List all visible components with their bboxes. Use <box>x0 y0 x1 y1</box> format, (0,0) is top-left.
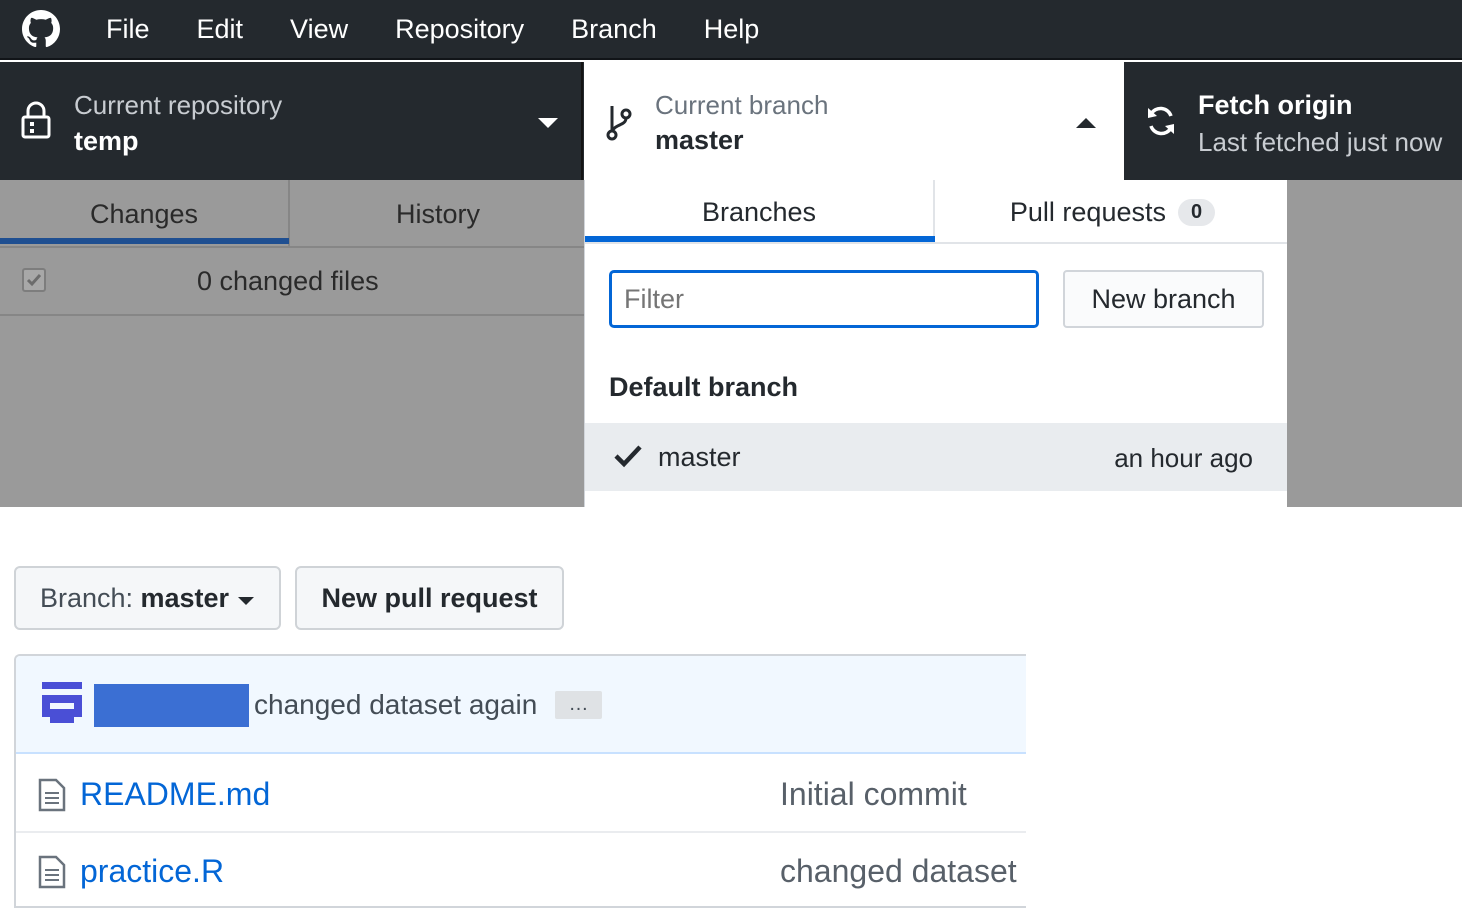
tab-pull-requests[interactable]: Pull requests 0 <box>937 180 1288 244</box>
new-pull-request-button[interactable]: New pull request <box>295 566 564 630</box>
file-row: README.md Initial commit <box>16 756 1026 833</box>
sync-icon <box>1144 104 1178 143</box>
menu-edit[interactable]: Edit <box>197 14 244 45</box>
changes-header: 0 changed files <box>0 248 584 316</box>
menu-bar: File Edit View Repository Branch Help <box>0 0 1462 60</box>
tab-branches[interactable]: Branches <box>585 180 935 244</box>
fetch-origin-button[interactable]: Fetch origin Last fetched just now <box>1124 62 1462 180</box>
left-panel: Changes History 0 changed files <box>0 180 584 507</box>
caret-down-icon <box>237 583 255 614</box>
file-row: practice.R changed dataset <box>16 835 1026 906</box>
redacted-author-name <box>94 684 249 727</box>
current-branch-button[interactable]: Current branch master <box>584 62 1124 180</box>
select-all-checkbox[interactable] <box>22 268 46 292</box>
file-commit-message[interactable]: Initial commit <box>780 776 967 813</box>
lock-icon <box>20 100 52 145</box>
github-logo-icon <box>0 0 82 59</box>
menu-view[interactable]: View <box>290 14 348 45</box>
current-repository-button[interactable]: Current repository temp <box>0 62 583 180</box>
fetch-origin-subtitle: Last fetched just now <box>1198 127 1443 157</box>
file-commit-message[interactable]: changed dataset <box>780 853 1017 890</box>
pull-request-count-badge: 0 <box>1177 198 1216 226</box>
caret-up-icon <box>1074 116 1098 135</box>
menu-file[interactable]: File <box>106 14 150 45</box>
dropdown-tabs: Branches Pull requests 0 <box>585 180 1288 244</box>
branch-dropdown: Branches Pull requests 0 New branch Defa… <box>584 180 1288 507</box>
current-branch-title: Current branch <box>655 90 829 120</box>
avatar[interactable] <box>40 680 84 731</box>
left-tabs: Changes History <box>0 180 584 248</box>
branch-filter-input[interactable] <box>609 270 1039 328</box>
menu-branch[interactable]: Branch <box>571 14 657 45</box>
branch-select-button[interactable]: Branch: master <box>14 566 281 630</box>
caret-down-icon <box>536 116 560 135</box>
file-link[interactable]: README.md <box>80 776 270 813</box>
git-branch-icon <box>604 102 634 147</box>
branch-item-time: an hour ago <box>1114 443 1253 473</box>
branch-item-name: master <box>658 442 741 472</box>
menu-help[interactable]: Help <box>704 14 760 45</box>
menu-repository[interactable]: Repository <box>395 14 524 45</box>
current-repository-title: Current repository <box>74 90 283 120</box>
tab-branches-label: Branches <box>701 196 817 227</box>
file-icon <box>38 855 66 894</box>
tab-history[interactable]: History <box>292 180 584 248</box>
tab-changes-label: Changes <box>89 198 199 229</box>
new-branch-button[interactable]: New branch <box>1063 270 1264 328</box>
file-icon <box>38 778 66 817</box>
commit-message[interactable]: changed dataset again <box>254 689 537 721</box>
commit-expand-button[interactable]: … <box>555 691 602 719</box>
branch-select-label: Branch: <box>39 582 141 613</box>
new-pull-request-label: New pull request <box>321 582 538 613</box>
new-branch-label: New branch <box>1091 283 1236 314</box>
latest-commit-box: changed dataset again … README.md Initia… <box>14 654 1026 908</box>
tab-branches-indicator <box>585 236 935 242</box>
dimmed-background <box>1287 180 1462 507</box>
commit-header: changed dataset again … <box>16 656 1026 754</box>
tab-changes-indicator <box>0 238 289 244</box>
default-branch-heading: Default branch <box>609 372 799 402</box>
checkmark-icon <box>613 443 643 474</box>
file-link[interactable]: practice.R <box>80 853 224 890</box>
current-repository-name: temp <box>74 126 139 156</box>
tab-history-label: History <box>395 198 480 229</box>
changed-files-count: 0 changed files <box>197 266 379 296</box>
fetch-origin-title: Fetch origin <box>1198 90 1353 120</box>
tab-pull-requests-label: Pull requests <box>1009 196 1166 227</box>
branch-select-value: master <box>140 582 230 613</box>
branch-list-item[interactable]: master an hour ago <box>585 423 1288 491</box>
toolbar: Current repository temp Current branch m… <box>0 62 1462 180</box>
current-branch-name: master <box>655 125 744 155</box>
